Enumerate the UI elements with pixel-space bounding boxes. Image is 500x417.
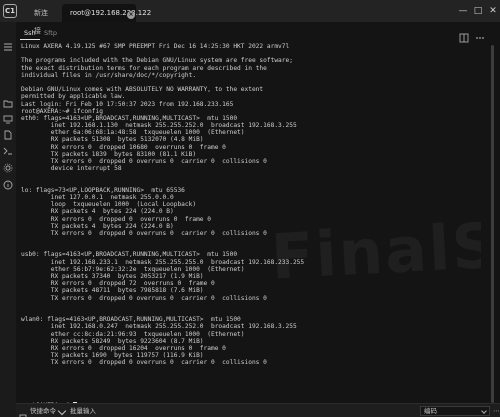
terminal-line: individual files in /usr/share/doc/*/cop… xyxy=(21,71,197,79)
split-view-icon[interactable] xyxy=(459,28,469,43)
session-subtabs: Ssh Sftp xyxy=(16,26,500,43)
terminal-line: TX errors 0 dropped 0 overruns 0 carrier… xyxy=(21,229,267,237)
terminal-line: inet 192.168.233.1 netmask 255.255.255.0… xyxy=(21,258,305,266)
terminal-line: Linux AXERA 4.19.125 #67 SMP PREEMPT Fri… xyxy=(21,43,290,50)
tab-session[interactable]: root@192.168.233.122 xyxy=(62,4,151,22)
terminal-line: usb0: flags=4163<UP,BROADCAST,RUNNING,MU… xyxy=(21,251,238,259)
terminal-line: Debian GNU/Linux comes with ABSOLUTELY N… xyxy=(21,86,264,94)
more-icon[interactable]: ⋯ xyxy=(493,404,500,417)
more-options-icon[interactable] xyxy=(475,28,485,39)
terminal-line: TX packets 48711 bytes 7985818 (7.6 MiB) xyxy=(21,287,204,295)
terminal-line: TX packets 1690 bytes 119757 (116.9 KiB) xyxy=(21,352,204,360)
terminal-line: RX packets 37340 bytes 2053217 (1.9 MiB) xyxy=(21,273,204,280)
document-icon[interactable] xyxy=(3,130,13,140)
terminal-line: wlan0: flags=4163<UP,BROADCAST,RUNNING,M… xyxy=(21,316,241,324)
terminal-line: ether cc:8c:da:21:96:93 txqueuelen 1000 … xyxy=(21,330,245,338)
terminal-scrollbar[interactable] xyxy=(490,43,496,405)
chevron-down-icon xyxy=(481,408,487,414)
terminal-line: lo: flags=73<UP,LOOPBACK,RUNNING> mtu 65… xyxy=(21,186,185,194)
terminal-line: loop txqueuelen 1000 (Local Loopback) xyxy=(21,201,197,209)
terminal-line: TX errors 0 dropped 0 overruns 0 carrier… xyxy=(21,359,267,367)
terminal-line: The programs included with the Debian GN… xyxy=(21,57,293,65)
terminal-line: permitted by applicable law. xyxy=(21,93,126,101)
app-logo: C1 xyxy=(3,4,17,18)
terminal-line: RX packets 51308 bytes 5132070 (4.8 MiB) xyxy=(21,136,204,144)
menu-icon[interactable] xyxy=(3,42,13,52)
folder-icon[interactable] xyxy=(3,98,13,108)
terminal-line: inet 192.168.1.130 netmask 255.255.252.0… xyxy=(21,122,297,130)
maximize-icon[interactable]: □ xyxy=(472,5,484,17)
terminal-line: RX packets 4 bytes 224 (224.0 B) xyxy=(21,208,174,216)
settings-icon[interactable] xyxy=(3,163,13,173)
terminal-line: TX errors 0 dropped 0 overruns 0 carrier… xyxy=(21,158,267,165)
minimize-icon[interactable]: — xyxy=(457,5,469,17)
terminal-line: the exact distribution terms for each pr… xyxy=(21,64,267,72)
scrollbar-thumb[interactable] xyxy=(491,45,494,403)
terminal-line: device interrupt 58 xyxy=(21,165,122,173)
terminal-line: RX packets 58249 bytes 9223604 (8.7 MiB) xyxy=(21,337,204,345)
chevron-down-icon[interactable] xyxy=(57,406,67,416)
terminal-line: RX errors 0 dropped 0 overruns 0 frame 0 xyxy=(21,215,211,223)
terminal-line: ether 56:b7:9e:62:32:2e txqueuelen 1000 … xyxy=(21,265,245,273)
terminal-line: eth0: flags=4163<UP,BROADCAST,RUNNING,MU… xyxy=(21,114,238,122)
terminal-line: RX errors 0 dropped 10680 overruns 0 fra… xyxy=(21,143,226,151)
quick-commands-button[interactable]: 快捷命令 xyxy=(30,404,56,417)
terminal-line: ether 6a:06:68:1a:48:58 txqueuelen 1000 … xyxy=(21,129,245,137)
terminal-line: TX packets 1839 bytes 83100 (81.1 KiB) xyxy=(21,150,197,158)
terminal-line: root@AXERA:~# ifconfig xyxy=(21,107,103,115)
terminal-line: inet 192.168.0.247 netmask 255.255.252.0… xyxy=(21,323,297,331)
tab-new-connection[interactable]: 新连接 xyxy=(26,4,62,35)
terminal-line: TX packets 4 bytes 224 (224.0 B) xyxy=(21,222,174,230)
left-sidebar xyxy=(0,22,16,417)
terminal-line: Last login: Fri Feb 10 17:50:37 2023 fro… xyxy=(21,100,234,108)
title-bar: C1 新连接 root@192.168.233.122 × — □ ✕ xyxy=(0,0,500,35)
close-icon[interactable]: ✕ xyxy=(487,5,499,17)
terminal-output[interactable]: FinalShell Linux AXERA 4.19.125 #67 SMP … xyxy=(21,43,481,403)
terminal-line: RX errors 0 dropped 16204 overruns 0 fra… xyxy=(21,344,226,352)
terminal-icon[interactable] xyxy=(3,146,13,156)
terminal-line: inet 127.0.0.1 netmask 255.0.0.0 xyxy=(21,193,174,201)
subtab-ssh[interactable]: Ssh xyxy=(20,26,40,40)
info-icon[interactable] xyxy=(3,180,13,190)
clipboard-icon[interactable] xyxy=(19,407,27,417)
subtab-sftp[interactable]: Sftp xyxy=(40,26,61,40)
encoding-label: 编码 xyxy=(424,407,437,415)
bottom-bar: 快捷命令 批量输入 编码 ⋯ xyxy=(16,403,500,417)
batch-input-field[interactable]: 批量输入 xyxy=(70,404,96,417)
monitor-icon[interactable] xyxy=(3,114,13,124)
encoding-select[interactable]: 编码 xyxy=(420,406,490,416)
terminal-line: RX errors 0 dropped 72 overruns 0 frame … xyxy=(21,280,215,288)
terminal-line: TX errors 0 dropped 0 overruns 0 carrier… xyxy=(21,294,267,302)
tab-close-icon[interactable]: × xyxy=(127,11,135,19)
